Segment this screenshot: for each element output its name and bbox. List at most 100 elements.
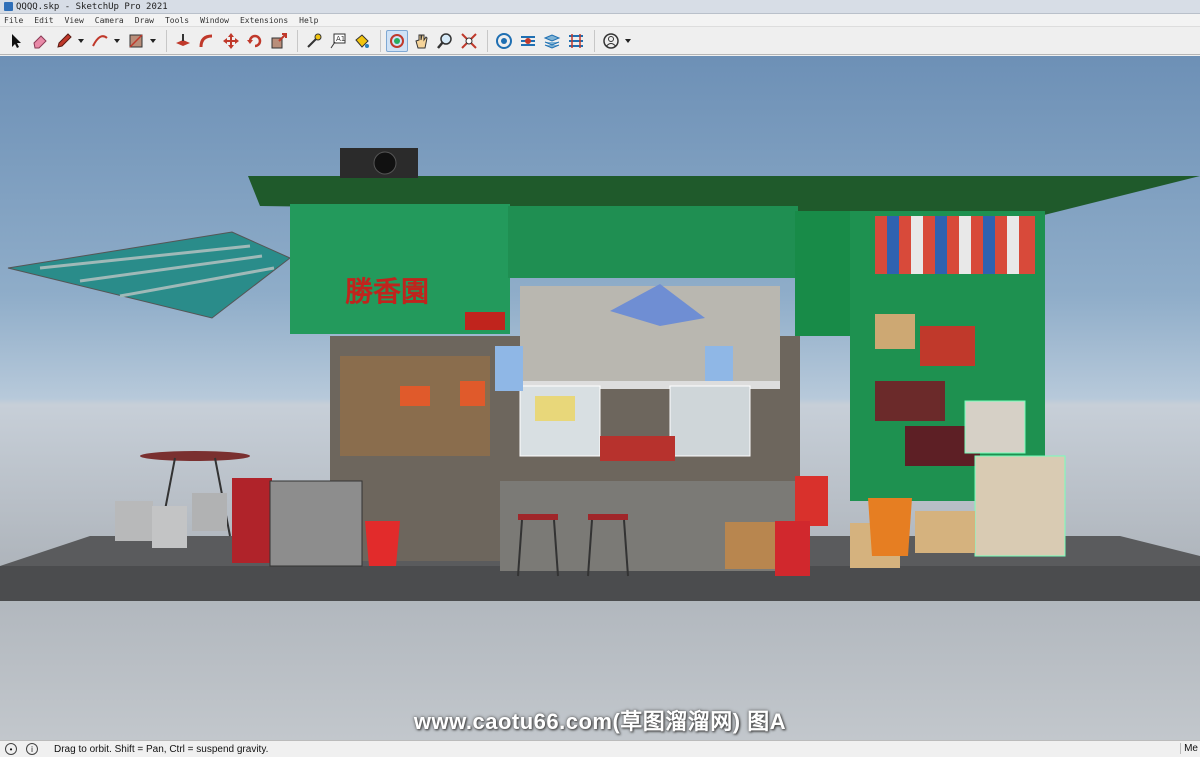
extension-warehouse-icon bbox=[521, 35, 535, 46]
account-button[interactable] bbox=[600, 30, 622, 52]
plastic-stool-3 bbox=[192, 493, 227, 531]
pencil-icon bbox=[57, 32, 72, 48]
watermark: www.caotu66.com(草图溜溜网) 图A bbox=[413, 709, 787, 734]
orange-bowls-2 bbox=[460, 381, 485, 406]
info-icon[interactable]: i bbox=[26, 743, 38, 755]
geo-location-icon[interactable]: • bbox=[5, 743, 17, 755]
pan-icon bbox=[415, 34, 428, 48]
cardboard-box-2 bbox=[915, 511, 975, 553]
layout-icon bbox=[543, 33, 561, 49]
paint-bucket-tool-button[interactable] bbox=[351, 30, 373, 52]
svg-text:A1: A1 bbox=[336, 35, 345, 43]
text-icon: A1 bbox=[330, 33, 346, 48]
rotate-tool-button[interactable] bbox=[244, 30, 266, 52]
pan-tool-button[interactable] bbox=[410, 30, 432, 52]
menu-edit[interactable]: Edit bbox=[34, 16, 53, 25]
window-title: QQQQ.skp - SketchUp Pro 2021 bbox=[16, 1, 168, 12]
push-pull-tool-button[interactable] bbox=[172, 30, 194, 52]
red-crates bbox=[232, 478, 272, 563]
menu-draw[interactable]: Draw bbox=[135, 16, 154, 25]
bar-stool-2 bbox=[588, 514, 628, 520]
bar-stool bbox=[518, 514, 558, 520]
clear-bin-eggs bbox=[964, 400, 1026, 454]
orange-bowls bbox=[400, 386, 430, 406]
select-icon bbox=[12, 33, 21, 48]
extension-manager-icon bbox=[569, 33, 583, 48]
glass-cabinet-right bbox=[669, 385, 751, 457]
metal-rack bbox=[269, 480, 363, 567]
scale-tool-button[interactable] bbox=[268, 30, 290, 52]
push-pull-icon bbox=[176, 33, 190, 46]
side-panel bbox=[795, 211, 855, 336]
center-awning bbox=[508, 206, 798, 278]
zoom-tool-button[interactable] bbox=[434, 30, 456, 52]
shop-sign: 勝香園 bbox=[345, 275, 429, 308]
menu-sign bbox=[535, 396, 575, 421]
menu-window[interactable]: Window bbox=[200, 16, 229, 25]
title-bar: QQQQ.skp - SketchUp Pro 2021 bbox=[0, 0, 1200, 14]
large-tool-set-toolbar: A1 bbox=[0, 27, 1200, 55]
clear-bins bbox=[974, 455, 1066, 557]
move-tool-button[interactable] bbox=[220, 30, 242, 52]
account-dropdown-caret[interactable] bbox=[624, 30, 632, 52]
menu-file[interactable]: File bbox=[4, 16, 23, 25]
round-table bbox=[140, 451, 250, 461]
menu-help[interactable]: Help bbox=[299, 16, 318, 25]
eraser-icon bbox=[33, 34, 47, 48]
sketchup-app-icon bbox=[4, 2, 13, 11]
pencil-tool-button[interactable] bbox=[53, 30, 75, 52]
tape-measure-icon bbox=[307, 33, 322, 48]
text-tool-button[interactable]: A1 bbox=[327, 30, 349, 52]
toolbar-separator bbox=[594, 29, 595, 52]
scale-icon bbox=[271, 32, 287, 48]
orange-bin bbox=[868, 498, 912, 556]
tape-measure-tool-button[interactable] bbox=[303, 30, 325, 52]
menu-extensions[interactable]: Extensions bbox=[240, 16, 288, 25]
account-icon bbox=[603, 32, 619, 49]
pencil-dropdown-caret[interactable] bbox=[77, 30, 85, 52]
3d-warehouse-button[interactable] bbox=[493, 30, 515, 52]
zoom-extents-tool-button[interactable] bbox=[458, 30, 480, 52]
menu-camera[interactable]: Camera bbox=[95, 16, 124, 25]
canned-goods bbox=[600, 436, 675, 461]
toolbar-separator bbox=[487, 29, 488, 52]
rectangle-dropdown-caret[interactable] bbox=[149, 30, 157, 52]
drinks-case bbox=[920, 326, 975, 366]
extension-warehouse-button[interactable] bbox=[517, 30, 539, 52]
follow-me-icon bbox=[199, 34, 213, 47]
extension-manager-button[interactable] bbox=[565, 30, 587, 52]
send-to-layout-button[interactable] bbox=[541, 30, 563, 52]
rectangle-tool-button[interactable] bbox=[125, 30, 147, 52]
fan-grille bbox=[373, 151, 397, 175]
orbit-tool-button[interactable] bbox=[386, 29, 408, 52]
arc-tool-button[interactable] bbox=[89, 30, 111, 52]
3d-model-viewport[interactable]: 勝香園 www.caotu66.com(草图溜溜网) 图A bbox=[0, 56, 1200, 740]
arc-dropdown-caret[interactable] bbox=[113, 30, 121, 52]
select-tool-button[interactable] bbox=[5, 30, 27, 52]
zoom-icon bbox=[437, 32, 452, 49]
menu-bar: File Edit View Camera Draw Tools Window … bbox=[0, 14, 1200, 27]
rectangle-icon bbox=[129, 33, 143, 48]
toolbar-separator bbox=[166, 29, 167, 52]
warehouse-icon bbox=[496, 32, 512, 49]
hong-kong-food-stall-model: 勝香園 bbox=[0, 148, 1200, 601]
measurements-box[interactable]: Me bbox=[1180, 743, 1198, 754]
crate-stack bbox=[875, 381, 945, 421]
plastic-stool bbox=[115, 501, 153, 541]
plastic-stool-2 bbox=[152, 506, 187, 548]
toolbar-separator bbox=[380, 29, 381, 52]
toolbar-separator bbox=[297, 29, 298, 52]
cardboard-box bbox=[875, 314, 915, 349]
zoom-extents-icon bbox=[461, 32, 477, 49]
menu-view[interactable]: View bbox=[65, 16, 84, 25]
ground-slab-edge bbox=[0, 566, 1200, 601]
rotate-icon bbox=[247, 34, 262, 47]
menu-tools[interactable]: Tools bbox=[165, 16, 189, 25]
red-bin bbox=[795, 476, 828, 526]
move-icon bbox=[223, 32, 239, 49]
red-step-stool bbox=[775, 521, 810, 576]
striped-tarp bbox=[875, 216, 1035, 274]
follow-me-tool-button[interactable] bbox=[196, 30, 218, 52]
eraser-tool-button[interactable] bbox=[29, 30, 51, 52]
orbit-icon bbox=[390, 33, 404, 48]
